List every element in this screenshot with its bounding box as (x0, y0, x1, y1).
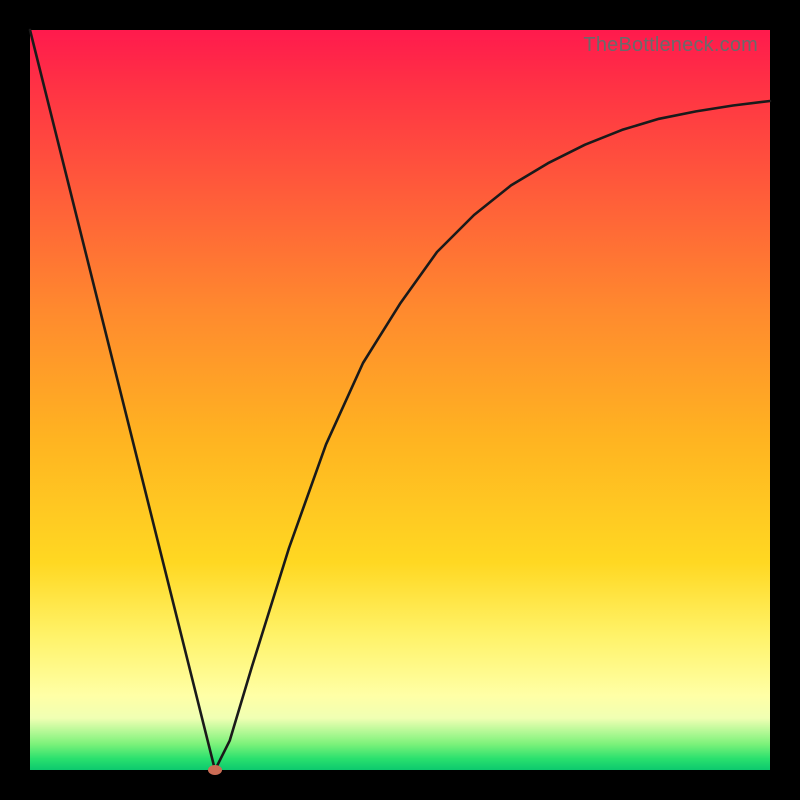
optimal-point-marker (208, 765, 222, 775)
chart-frame: TheBottleneck.com (0, 0, 800, 800)
bottleneck-curve (30, 30, 770, 770)
curve-path (30, 30, 770, 770)
plot-area: TheBottleneck.com (30, 30, 770, 770)
